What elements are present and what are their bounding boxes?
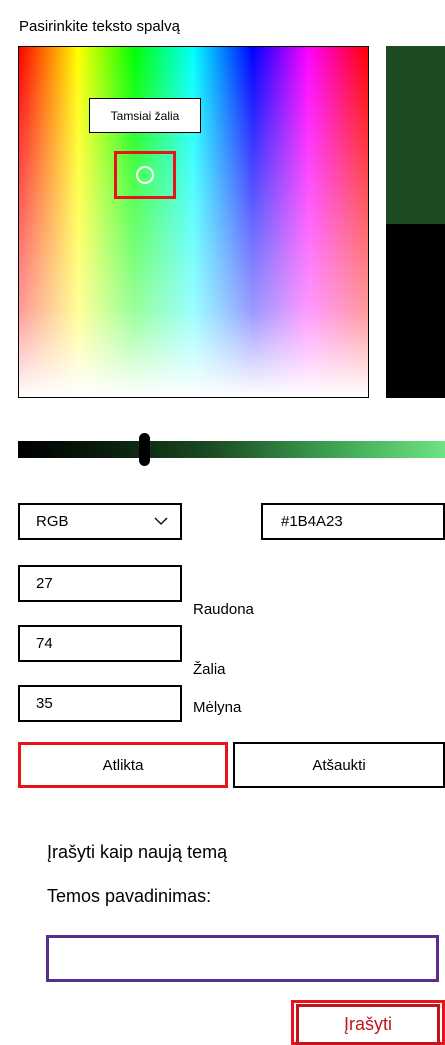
dialog-title: Pasirinkite teksto spalvą (19, 18, 180, 35)
color-preview (386, 46, 445, 398)
blue-label: Mėlyna (193, 699, 242, 716)
brightness-slider-thumb[interactable] (139, 433, 150, 466)
new-color-swatch (386, 46, 445, 224)
cancel-button[interactable]: Atšaukti (233, 742, 445, 788)
green-label: Žalia (193, 661, 226, 678)
color-tooltip: Tamsiai žalia (89, 98, 201, 133)
color-mode-value: RGB (36, 513, 69, 530)
done-button[interactable]: Atlikta (18, 742, 228, 788)
color-selector-ring[interactable] (136, 166, 154, 184)
save-button[interactable]: Įrašyti (296, 1004, 440, 1045)
green-input[interactable]: 74 (18, 625, 182, 662)
chevron-down-icon (154, 517, 168, 525)
color-mode-select[interactable]: RGB (18, 503, 182, 540)
theme-name-input[interactable] (46, 935, 439, 982)
red-input[interactable]: 27 (18, 565, 182, 602)
blue-input[interactable]: 35 (18, 685, 182, 722)
save-as-new-theme-label: Įrašyti kaip naują temą (47, 842, 228, 862)
theme-name-label: Temos pavadinimas: (47, 886, 212, 906)
red-label: Raudona (193, 601, 254, 618)
previous-color-swatch (386, 224, 445, 398)
brightness-slider[interactable] (18, 441, 445, 458)
hex-input[interactable]: #1B4A23 (261, 503, 445, 540)
